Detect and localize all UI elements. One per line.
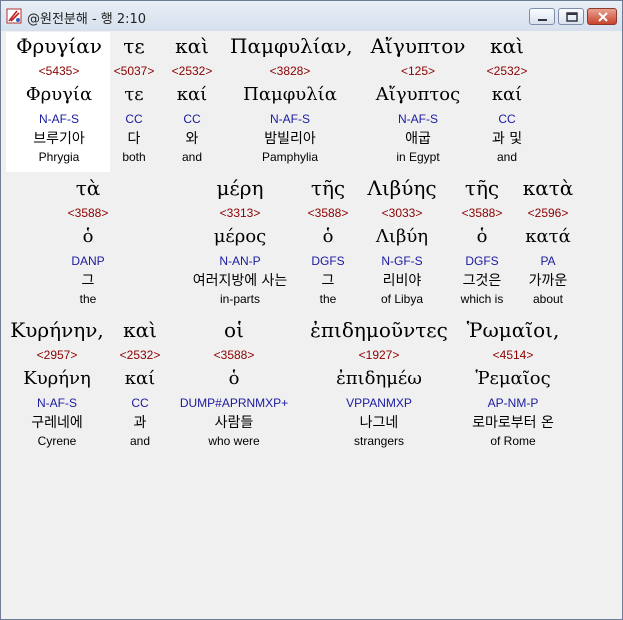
- lemma: ἐπιδημέω: [336, 368, 422, 389]
- greek-word: τὰ: [75, 176, 101, 200]
- english-gloss: about: [532, 292, 564, 306]
- lemma: καί: [491, 84, 523, 105]
- korean-gloss: 과 및: [491, 131, 523, 147]
- strong-number[interactable]: <2596>: [493, 206, 603, 220]
- morph-code[interactable]: AP-NM-P: [455, 396, 571, 410]
- greek-word: καὶ: [490, 34, 524, 58]
- korean-gloss: 나그네: [359, 415, 399, 431]
- lemma: Παμφυλία: [243, 84, 337, 105]
- greek-word: Παμφυλίαν,: [230, 34, 353, 58]
- english-gloss: of Rome: [490, 434, 536, 448]
- maximize-button[interactable]: [558, 8, 584, 25]
- lemma: ὁ: [82, 226, 94, 247]
- korean-gloss: 밤빌리아: [264, 131, 316, 147]
- strong-number[interactable]: <3588>: [33, 206, 143, 220]
- english-gloss: the: [79, 292, 97, 306]
- app-window: @원전분해 - 행 2:10 Φρυγίαν <5435> Φρυγία N-A…: [0, 0, 623, 620]
- greek-word: Ῥωμαῖοι,: [466, 318, 560, 342]
- morph-code[interactable]: CC: [452, 112, 562, 126]
- english-gloss: Pamphylia: [261, 150, 319, 164]
- window-title: @원전분해 - 행 2:10: [27, 12, 147, 27]
- strong-number[interactable]: <1927>: [306, 348, 452, 362]
- morph-code[interactable]: PA: [493, 254, 603, 268]
- lemma: ὁ: [228, 368, 240, 389]
- interlinear-panel: Φρυγίαν <5435> Φρυγία N-AF-S 브루기아 Phrygi…: [4, 31, 618, 616]
- lemma: κατά: [525, 226, 571, 247]
- app-icon: [6, 8, 22, 24]
- minimize-button[interactable]: [529, 8, 555, 25]
- english-gloss: who were: [208, 434, 260, 448]
- korean-gloss: 로마로부터 온: [472, 415, 554, 431]
- korean-gloss: 그: [81, 273, 95, 289]
- lemma: Ῥεμαῖος: [475, 368, 551, 389]
- greek-word: οἱ: [224, 318, 244, 342]
- korean-gloss: 사람들: [214, 415, 254, 431]
- greek-word: κατὰ: [522, 176, 574, 200]
- morph-code[interactable]: N-AF-S: [230, 112, 350, 126]
- strong-number[interactable]: <4514>: [455, 348, 571, 362]
- english-gloss: and: [496, 150, 518, 164]
- close-button[interactable]: [587, 8, 617, 25]
- strong-number[interactable]: <2532>: [452, 64, 562, 78]
- korean-gloss: 가까운: [528, 273, 568, 289]
- strong-number[interactable]: <3828>: [230, 64, 350, 78]
- morph-code[interactable]: DUMP#APRNMXP+: [167, 396, 301, 410]
- strong-number[interactable]: <3588>: [167, 348, 301, 362]
- morph-code[interactable]: VPPANMXP: [306, 396, 452, 410]
- greek-word: ἐπιδημοῦντες: [310, 318, 448, 342]
- morph-code[interactable]: DANP: [33, 254, 143, 268]
- title-bar[interactable]: @원전분해 - 행 2:10: [1, 1, 622, 31]
- english-gloss: strangers: [353, 434, 405, 448]
